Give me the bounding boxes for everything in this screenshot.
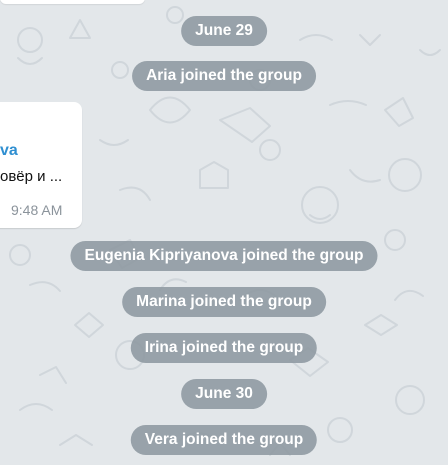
date-separator: June 29 <box>181 16 267 46</box>
date-separator: June 30 <box>181 379 267 409</box>
service-message: Aria joined the group <box>132 61 316 91</box>
previous-message-bubble-edge <box>0 0 145 4</box>
message-time: 9:48 AM <box>11 202 63 218</box>
service-message: Vera joined the group <box>130 425 318 455</box>
service-message: Irina joined the group <box>130 333 318 363</box>
message-text: овёр и ... <box>0 168 63 185</box>
message-bubble[interactable]: va овёр и ... 9:48 AM <box>0 102 82 228</box>
message-sender[interactable]: va <box>0 142 18 160</box>
service-message: Eugenia Kipriyanova joined the group <box>70 241 378 271</box>
service-message: Marina joined the group <box>122 287 326 317</box>
